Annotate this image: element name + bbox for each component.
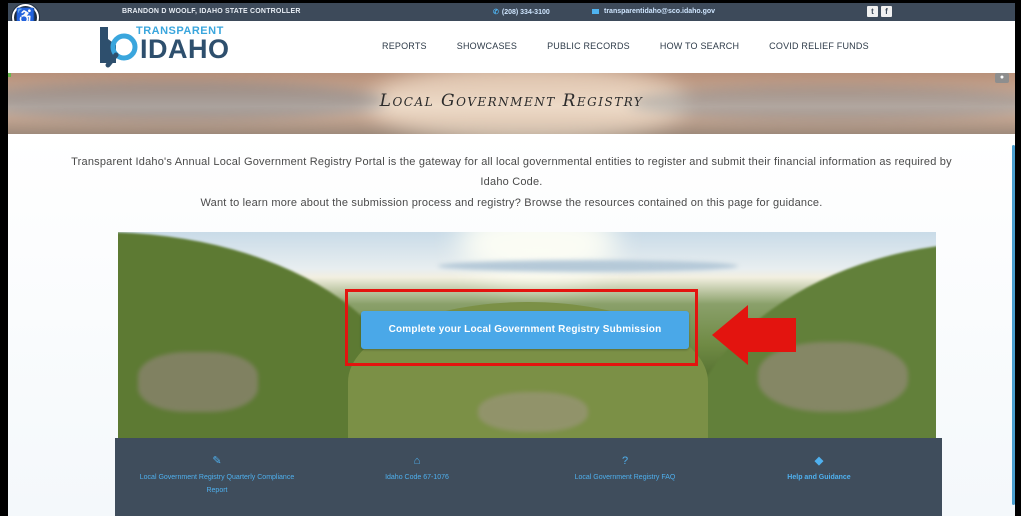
transparent-idaho-logo[interactable]: TRANSPARENT IDAHO [94,23,244,69]
megaphone-icon: ◆ [814,455,824,467]
resource-links-bar: ✎ Local Government Registry Quarterly Co… [115,438,942,516]
help-guidance-label: Help and Guidance [787,474,851,481]
nav-public-records[interactable]: PUBLIC RECORDS [547,41,630,51]
phone-link[interactable]: ✆ (208) 334-3100 [493,8,550,16]
rocks [478,392,588,432]
email-link[interactable]: transparentidaho@sco.idaho.gov [592,8,715,15]
registry-faq-link[interactable]: ? Local Government Registry FAQ [545,455,705,484]
window-border [0,0,8,516]
nav-how-to-search[interactable]: HOW TO SEARCH [660,41,739,51]
window-border [0,0,1021,3]
idaho-code-link[interactable]: ⌂ Idaho Code 67-1076 [362,455,472,484]
logo-text-idaho: IDAHO [140,34,230,64]
sun-glow [458,232,618,282]
browser-page: BRANDON D WOOLF, IDAHO STATE CONTROLLER … [0,0,1021,516]
mail-icon [592,8,599,14]
compliance-report-label: Local Government Registry Quarterly Comp… [139,474,295,494]
lake [438,260,738,272]
twitter-icon[interactable]: t [867,6,878,17]
controller-name: BRANDON D WOOLF, IDAHO STATE CONTROLLER [122,8,301,15]
nav-reports[interactable]: REPORTS [382,41,427,51]
registry-submission-button[interactable]: Complete your Local Government Registry … [361,311,689,349]
site-header: TRANSPARENT IDAHO REPORTS SHOWCASES PUBL… [8,21,1015,73]
registry-faq-label: Local Government Registry FAQ [574,474,676,481]
phone-number: (208) 334-3100 [501,9,550,16]
nav-showcases[interactable]: SHOWCASES [457,41,517,51]
idaho-code-label: Idaho Code 67-1076 [385,474,449,481]
window-border [1015,0,1021,516]
phone-icon: ✆ [493,9,499,16]
red-arrow-icon [712,305,796,365]
document-edit-icon: ✎ [212,455,222,467]
left-accent [8,73,11,77]
guidance-paragraph: Want to learn more about the submission … [200,197,823,209]
rocks [138,352,258,412]
building-icon: ⌂ [413,455,421,467]
facebook-icon[interactable]: f [881,6,892,17]
idaho-magnifier-icon [100,27,138,68]
camera-icon[interactable]: ● [995,73,1009,83]
question-icon: ? [621,455,629,467]
help-guidance-link[interactable]: ◆ Help and Guidance [769,455,869,484]
social-links: t f [867,6,892,17]
compliance-report-link[interactable]: ✎ Local Government Registry Quarterly Co… [137,455,297,497]
top-info-bar: BRANDON D WOOLF, IDAHO STATE CONTROLLER … [8,3,1015,21]
page-title: Local Government Registry [379,91,644,111]
page-banner: Local Government Registry ● [8,73,1015,134]
nav-covid-relief-funds[interactable]: COVID RELIEF FUNDS [769,41,869,51]
email-address: transparentidaho@sco.idaho.gov [604,8,716,15]
main-nav: REPORTS SHOWCASES PUBLIC RECORDS HOW TO … [382,41,899,51]
intro-paragraph: Transparent Idaho's Annual Local Governm… [71,156,952,188]
